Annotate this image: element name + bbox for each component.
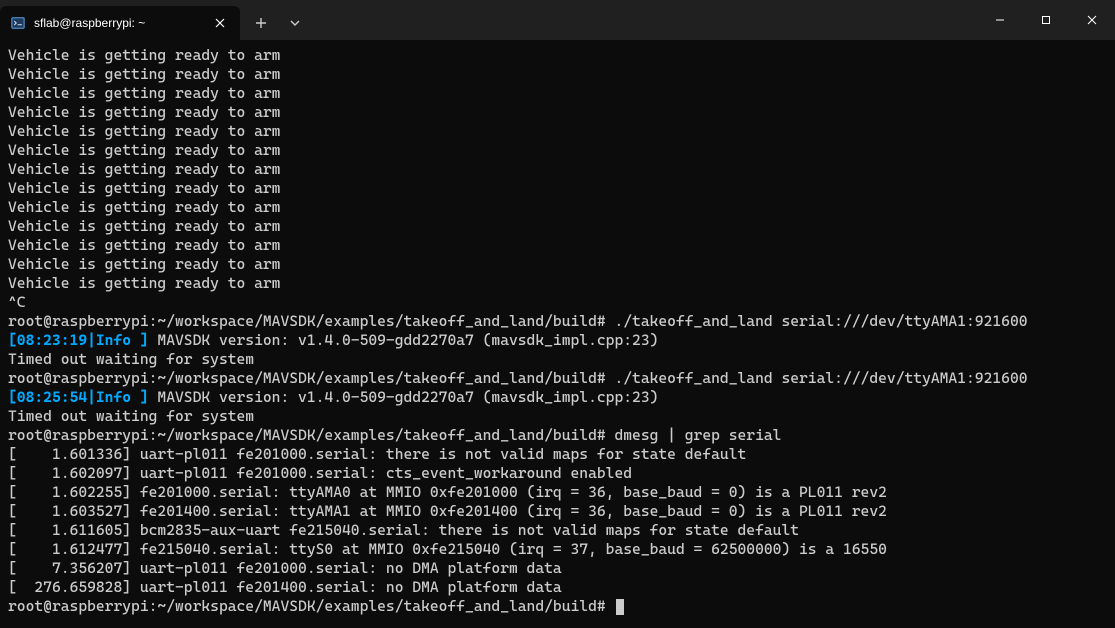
output-line: Vehicle is getting ready to arm <box>8 122 1107 141</box>
output-line: Vehicle is getting ready to arm <box>8 274 1107 293</box>
tab-title: sflab@raspberrypi: ~ <box>34 16 200 30</box>
terminal-icon <box>10 15 26 31</box>
cursor <box>616 599 624 615</box>
minimize-button[interactable] <box>977 0 1023 40</box>
close-window-button[interactable] <box>1069 0 1115 40</box>
output-line: [ 7.356207] uart-pl011 fe201000.serial: … <box>8 559 1107 578</box>
terminal-output[interactable]: Vehicle is getting ready to armVehicle i… <box>0 40 1115 628</box>
output-line: Vehicle is getting ready to arm <box>8 84 1107 103</box>
prompt-line: root@raspberrypi:~/workspace/MAVSDK/exam… <box>8 312 1107 331</box>
log-timestamp: [08:23:19|Info ] <box>8 331 149 349</box>
output-line: Vehicle is getting ready to arm <box>8 198 1107 217</box>
output-line: Timed out waiting for system <box>8 407 1107 426</box>
output-line: ^C <box>8 293 1107 312</box>
output-line: [ 1.612477] fe215040.serial: ttyS0 at MM… <box>8 540 1107 559</box>
new-tab-button[interactable] <box>246 8 276 38</box>
output-line: Vehicle is getting ready to arm <box>8 46 1107 65</box>
tab-close-button[interactable] <box>208 11 232 35</box>
output-line: [ 1.602097] uart-pl011 fe201000.serial: … <box>8 464 1107 483</box>
output-line: Vehicle is getting ready to arm <box>8 236 1107 255</box>
titlebar-spacer <box>310 0 977 40</box>
output-line: [ 1.602255] fe201000.serial: ttyAMA0 at … <box>8 483 1107 502</box>
prompt-line[interactable]: root@raspberrypi:~/workspace/MAVSDK/exam… <box>8 597 1107 616</box>
tab-dropdown-button[interactable] <box>280 8 310 38</box>
maximize-button[interactable] <box>1023 0 1069 40</box>
output-line: [ 1.611605] bcm2835-aux-uart fe215040.se… <box>8 521 1107 540</box>
output-line: Vehicle is getting ready to arm <box>8 179 1107 198</box>
output-line: Vehicle is getting ready to arm <box>8 160 1107 179</box>
output-line: Timed out waiting for system <box>8 350 1107 369</box>
output-line: [ 1.603527] fe201400.serial: ttyAMA1 at … <box>8 502 1107 521</box>
titlebar: sflab@raspberrypi: ~ <box>0 0 1115 40</box>
output-line: [ 1.601336] uart-pl011 fe201000.serial: … <box>8 445 1107 464</box>
log-info-line: [08:23:19|Info ] MAVSDK version: v1.4.0-… <box>8 331 1107 350</box>
log-info-line: [08:25:54|Info ] MAVSDK version: v1.4.0-… <box>8 388 1107 407</box>
output-line: Vehicle is getting ready to arm <box>8 65 1107 84</box>
prompt-line: root@raspberrypi:~/workspace/MAVSDK/exam… <box>8 426 1107 445</box>
prompt-line: root@raspberrypi:~/workspace/MAVSDK/exam… <box>8 369 1107 388</box>
window-controls <box>977 0 1115 40</box>
output-line: Vehicle is getting ready to arm <box>8 217 1107 236</box>
tab-actions <box>240 0 310 40</box>
log-timestamp: [08:25:54|Info ] <box>8 388 149 406</box>
output-line: Vehicle is getting ready to arm <box>8 255 1107 274</box>
output-line: [ 276.659828] uart-pl011 fe201400.serial… <box>8 578 1107 597</box>
output-line: Vehicle is getting ready to arm <box>8 103 1107 122</box>
tab-active[interactable]: sflab@raspberrypi: ~ <box>0 6 240 40</box>
output-line: Vehicle is getting ready to arm <box>8 141 1107 160</box>
